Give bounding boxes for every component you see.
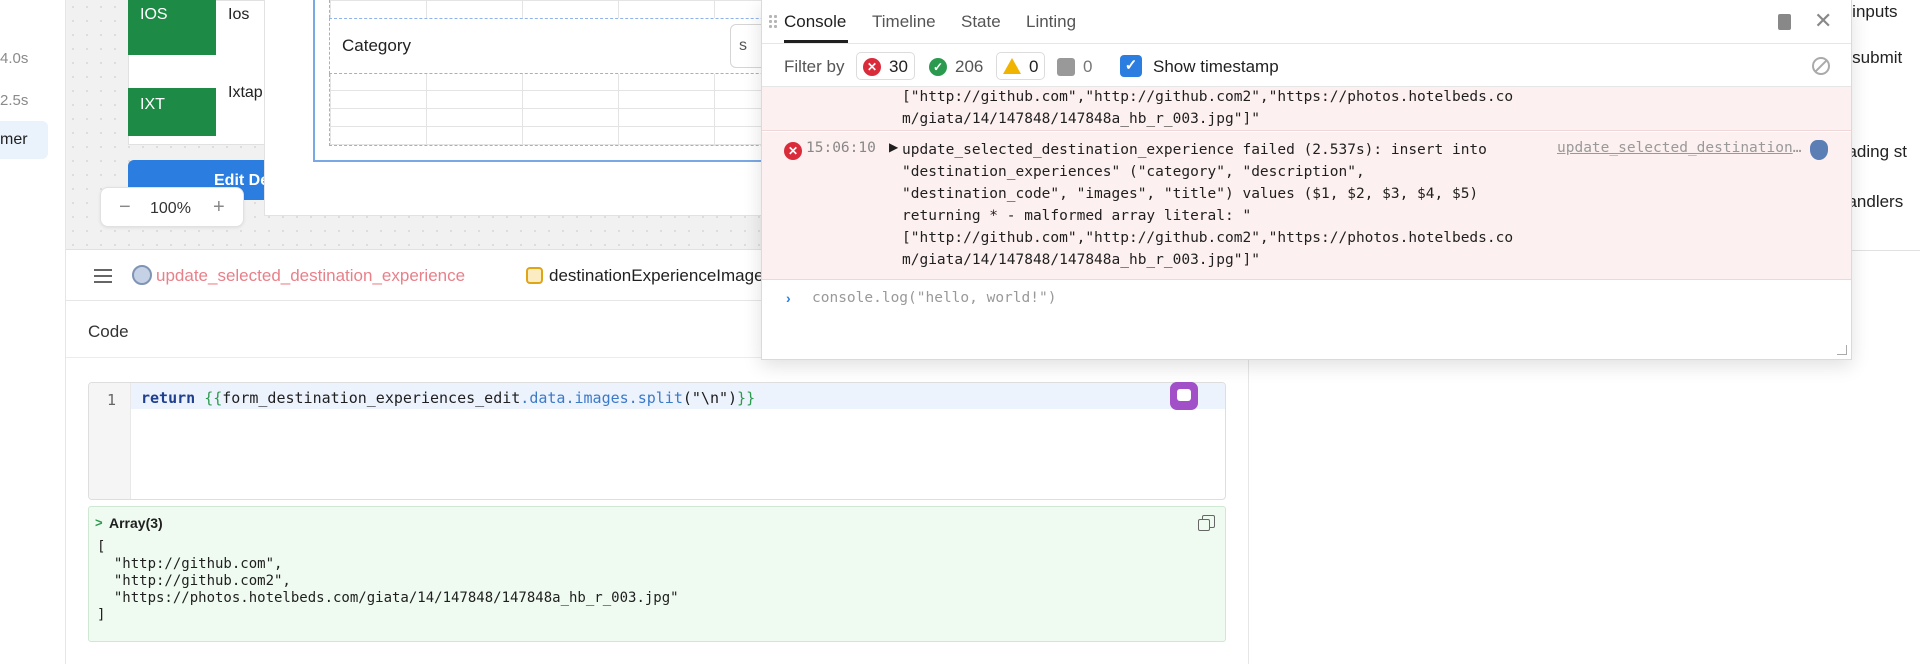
warning-count: 0 xyxy=(1029,57,1039,76)
console-input[interactable]: › console.log("hello, world!") xyxy=(762,282,1851,316)
warning-filter[interactable]: 0 xyxy=(996,52,1046,80)
tab-linting[interactable]: Linting xyxy=(1026,12,1076,32)
result-preview: > Array(3) [ "http://github.com", "http:… xyxy=(88,506,1226,642)
tab-update-selected-destination-experience[interactable]: update_selected_destination_experience xyxy=(156,266,465,286)
console-tabs: Console Timeline State Linting ✕ xyxy=(762,0,1851,44)
transformer-icon xyxy=(526,267,543,284)
code-dot: . xyxy=(520,389,530,407)
result-body: [ "http://github.com", "http://github.co… xyxy=(97,539,679,623)
list-value: Ios xyxy=(228,6,250,23)
sidebar-active-item[interactable]: mer xyxy=(0,121,48,159)
code-editor[interactable]: 1 return {{form_destination_experiences_… xyxy=(88,382,1226,500)
code-identifier: form_destination_experiences_edit xyxy=(222,389,521,407)
zoom-level: 100% xyxy=(150,200,191,217)
filter-label: Filter by xyxy=(784,57,845,76)
postgres-icon xyxy=(1810,140,1828,160)
resize-handle-icon[interactable] xyxy=(1837,345,1847,355)
code-keyword: return xyxy=(141,389,196,407)
code-brace: {{ xyxy=(204,389,223,407)
log-timestamp: 15:06:10 xyxy=(806,140,876,156)
line-number: 1 xyxy=(107,391,117,409)
category-label: Category xyxy=(342,36,411,55)
error-filter[interactable]: ✕ 30 xyxy=(856,52,915,80)
show-timestamp-label[interactable]: Show timestamp xyxy=(1153,57,1279,77)
tab-state[interactable]: State xyxy=(961,12,1001,32)
message-count: 0 xyxy=(1083,57,1093,76)
ai-assist-button[interactable] xyxy=(1170,382,1198,410)
result-type[interactable]: Array(3) xyxy=(109,515,163,531)
robot-icon xyxy=(1177,389,1191,401)
error-icon: ✕ xyxy=(863,58,881,76)
show-timestamp-checkbox[interactable]: ✓ xyxy=(1120,55,1142,77)
code-line[interactable]: return {{form_destination_experiences_ed… xyxy=(141,389,755,407)
code-property: data xyxy=(529,389,566,407)
code-dot: . xyxy=(628,389,638,407)
clear-console-icon[interactable] xyxy=(1812,57,1830,75)
list-code-cell: IXT xyxy=(128,88,216,136)
left-sidebar: 4.0s 2.5s mer xyxy=(0,0,66,664)
filter-bar: Filter by ✕ 30 ✓ 206 0 0 ✓ Show timestamp xyxy=(762,45,1851,87)
debug-console: Console Timeline State Linting ✕ Filter … xyxy=(761,0,1852,360)
log-message: ["http://github.com","http://github.com2… xyxy=(902,89,1514,127)
message-filter[interactable]: 0 xyxy=(1050,52,1099,80)
log-entry[interactable]: ✕ 15:06:10 ▶ update_selected_destination… xyxy=(762,132,1851,280)
code-property: images xyxy=(574,389,629,407)
drag-handle-icon[interactable] xyxy=(768,14,778,30)
code-args: ("\n") xyxy=(682,389,738,407)
category-row[interactable]: Category s xyxy=(329,18,840,74)
edit-modal: Category s xyxy=(264,0,840,216)
success-count: 206 xyxy=(955,57,984,76)
success-filter[interactable]: ✓ 206 xyxy=(922,52,990,80)
console-input-placeholder[interactable]: console.log("hello, world!") xyxy=(812,290,1056,306)
warning-icon xyxy=(1003,58,1021,74)
expand-triangle-icon[interactable]: ▶ xyxy=(889,140,898,154)
form-frame: Category s xyxy=(313,0,840,162)
tab-console[interactable]: Console xyxy=(784,12,846,32)
section-title: Code xyxy=(88,322,129,341)
active-tab-indicator xyxy=(784,40,848,43)
list-code-cell: IOS xyxy=(128,0,216,55)
log-list[interactable]: ["http://github.com","http://github.com2… xyxy=(762,87,1851,282)
copy-icon[interactable] xyxy=(1198,515,1215,531)
zoom-out-button[interactable]: − xyxy=(119,196,131,219)
list-value: Ixtap xyxy=(228,84,263,101)
code-method: split xyxy=(637,389,683,407)
timing-label: 2.5s xyxy=(0,92,29,109)
zoom-control: − 100% + xyxy=(100,187,244,227)
chevron-right-icon[interactable]: > xyxy=(95,515,103,530)
menu-icon[interactable] xyxy=(94,269,112,283)
zoom-in-button[interactable]: + xyxy=(213,196,225,219)
close-icon[interactable]: ✕ xyxy=(1814,8,1832,34)
error-icon: ✕ xyxy=(784,142,802,160)
bookmark-icon[interactable] xyxy=(1778,14,1791,30)
log-message: update_selected_destination_experience f… xyxy=(902,142,1514,268)
check-icon: ✓ xyxy=(929,58,947,76)
log-entry[interactable]: ["http://github.com","http://github.com2… xyxy=(762,87,1851,131)
message-icon xyxy=(1057,58,1075,76)
line-gutter: 1 xyxy=(89,383,131,499)
error-count: 30 xyxy=(889,57,908,76)
code-brace: }} xyxy=(737,389,756,407)
postgres-icon xyxy=(132,265,152,285)
tab-timeline[interactable]: Timeline xyxy=(872,12,936,32)
timing-label: 4.0s xyxy=(0,50,29,67)
log-source-link[interactable]: update_selected_destination_experience xyxy=(1557,140,1802,156)
chevron-right-icon: › xyxy=(786,290,791,306)
